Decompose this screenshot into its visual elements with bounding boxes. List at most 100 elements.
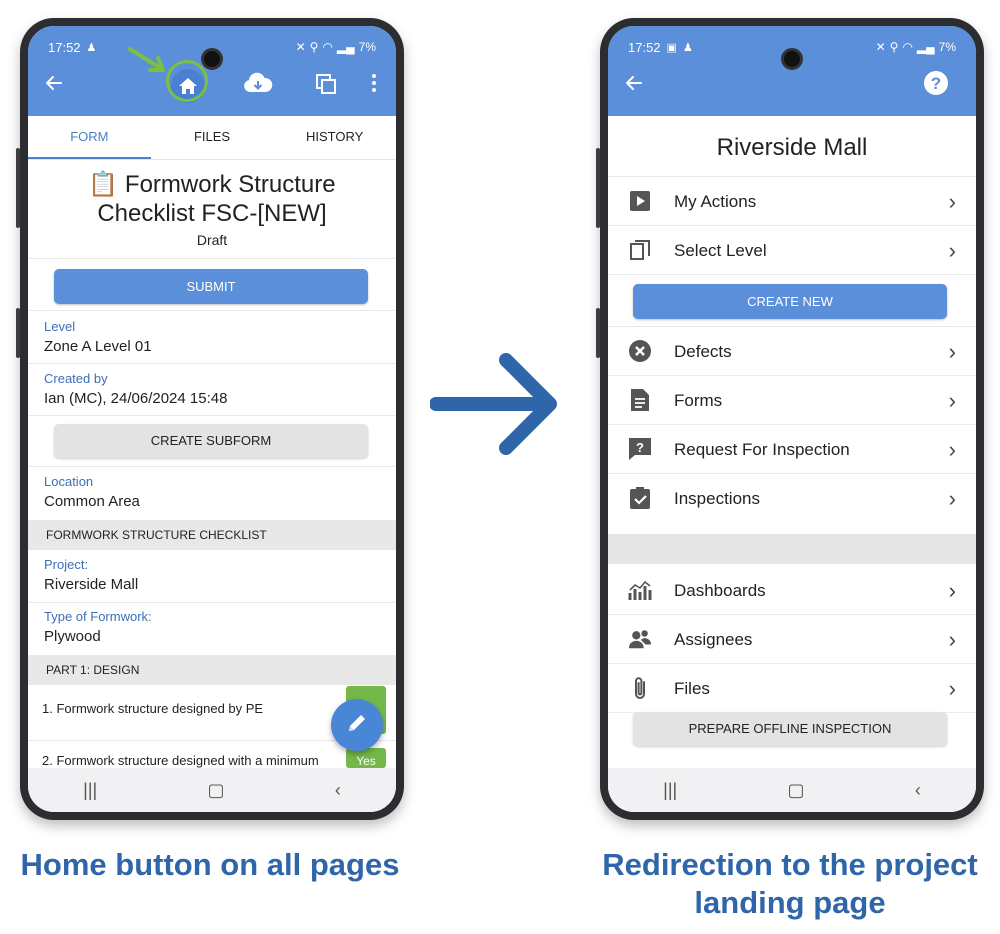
question-box-icon: ?: [628, 437, 652, 461]
right-phone-mockup: 17:52 ▣ ♟ ✕ ⚲ ◠ ▂▄ 7% ? Riverside Mall M…: [596, 18, 984, 820]
menu-item-inspections[interactable]: Inspections ›: [608, 474, 976, 523]
clipboard-check-icon: [628, 486, 652, 510]
home-nav-icon[interactable]: ▢: [788, 780, 805, 801]
chevron-right-icon: ›: [948, 437, 956, 462]
home-nav-icon[interactable]: ▢: [208, 780, 225, 801]
camera-cutout: [201, 48, 223, 70]
wifi-icon: ◠: [902, 40, 913, 54]
menu-item-request-for-inspection[interactable]: ? Request For Inspection ›: [608, 425, 976, 474]
menu-item-label: My Actions: [674, 192, 757, 211]
tab-form[interactable]: FORM: [28, 116, 151, 159]
status-time: 17:52: [628, 39, 661, 55]
left-phone-mockup: 17:52 ♟ ✕ ⚲ ◠ ▂▄ 7% FORM FILES HISTORY 📋…: [16, 18, 404, 820]
menu-item-label: Defects: [674, 342, 732, 361]
divider: [28, 310, 396, 311]
battery-level: 7%: [938, 40, 956, 54]
power-button: [16, 308, 20, 358]
submit-button[interactable]: SUBMIT: [54, 269, 368, 304]
volume-button: [16, 148, 20, 228]
recent-apps-icon[interactable]: |||: [83, 780, 97, 801]
field-label-project: Project:: [44, 557, 89, 572]
wifi-icon: ◠: [322, 40, 333, 54]
answer-chip-yes[interactable]: Yes: [346, 748, 386, 768]
level-icon: [628, 238, 652, 262]
form-title-line-1: 📋 Formwork Structure: [88, 171, 336, 198]
location-icon: ⚲: [889, 40, 899, 54]
menu-item-my-actions[interactable]: My Actions ›: [608, 177, 976, 226]
tab-files[interactable]: FILES: [151, 116, 274, 159]
chevron-right-icon: ›: [948, 486, 956, 511]
chevron-right-icon: ›: [948, 578, 956, 603]
chevron-right-icon: ›: [948, 189, 956, 214]
menu-item-forms[interactable]: Forms ›: [608, 376, 976, 425]
prepare-offline-inspection-button[interactable]: PREPARE OFFLINE INSPECTION: [633, 712, 947, 746]
edit-fab-button[interactable]: [331, 699, 383, 751]
field-label-level: Level: [44, 319, 76, 334]
back-nav-icon[interactable]: ‹: [335, 780, 341, 801]
divider: [28, 602, 396, 603]
left-caption: Home button on all pages: [20, 847, 400, 882]
field-value-level: Zone A Level 01: [44, 338, 152, 355]
svg-text:?: ?: [636, 440, 644, 455]
divider: [28, 466, 396, 467]
menu-item-label: Assignees: [674, 630, 753, 649]
menu-item-defects[interactable]: Defects ›: [608, 327, 976, 376]
back-arrow-icon[interactable]: [42, 72, 66, 100]
menu-item-label: Request For Inspection: [674, 440, 850, 459]
create-subform-button[interactable]: CREATE SUBFORM: [54, 424, 368, 458]
checklist-question: 1. Formwork structure designed by PE: [42, 701, 264, 716]
chevron-right-icon: ›: [948, 238, 956, 263]
signal-icon: ▂▄: [336, 40, 355, 54]
right-arrow-icon: [430, 353, 557, 455]
battery-level: 7%: [358, 40, 376, 54]
camera-cutout: [781, 48, 803, 70]
signal-icon: ▂▄: [916, 40, 935, 54]
field-value-created-by: Ian (MC), 24/06/2024 15:48: [44, 390, 228, 407]
left-screen: 17:52 ♟ ✕ ⚲ ◠ ▂▄ 7% FORM FILES HISTORY 📋…: [28, 26, 396, 812]
menu-item-assignees[interactable]: Assignees ›: [608, 615, 976, 664]
menu-item-label: Files: [674, 679, 710, 698]
checklist-question: 2. Formwork structure designed with a mi…: [42, 753, 319, 768]
back-nav-icon[interactable]: ‹: [915, 780, 921, 801]
svg-text:?: ?: [931, 74, 941, 93]
create-new-button[interactable]: CREATE NEW: [633, 284, 947, 319]
field-label-location: Location: [44, 474, 94, 489]
chevron-right-icon: ›: [948, 388, 956, 413]
play-icon: [628, 189, 652, 213]
document-icon: [628, 388, 652, 412]
tab-history[interactable]: HISTORY: [273, 116, 396, 159]
field-value-location: Common Area: [44, 493, 140, 510]
chevron-right-icon: ›: [948, 339, 956, 364]
mute-icon: ✕: [295, 40, 306, 54]
recent-apps-icon[interactable]: |||: [663, 780, 677, 801]
copy-icon[interactable]: [313, 72, 339, 100]
help-icon[interactable]: ?: [922, 70, 950, 98]
back-arrow-icon[interactable]: [622, 72, 646, 100]
close-circle-icon: [628, 339, 652, 363]
divider: [28, 415, 396, 416]
notification-icon: ♟: [682, 41, 693, 54]
project-title: Riverside Mall: [716, 134, 868, 161]
chevron-right-icon: ›: [948, 627, 956, 652]
mute-icon: ✕: [875, 40, 886, 54]
section-separator: [608, 534, 976, 564]
field-label-created-by: Created by: [44, 371, 108, 386]
cloud-download-icon[interactable]: [242, 72, 274, 100]
android-nav-bar: ||| ▢ ‹: [28, 768, 396, 812]
home-highlight-ring: [166, 60, 208, 102]
form-tabs: FORM FILES HISTORY: [28, 116, 396, 160]
paperclip-icon: [628, 676, 652, 700]
more-options-icon[interactable]: [364, 72, 384, 100]
status-time: 17:52: [48, 39, 81, 55]
chevron-right-icon: ›: [948, 676, 956, 701]
menu-item-label: Inspections: [674, 489, 760, 508]
menu-item-files[interactable]: Files ›: [608, 664, 976, 713]
menu-item-dashboards[interactable]: Dashboards ›: [608, 566, 976, 615]
location-icon: ⚲: [309, 40, 319, 54]
form-status: Draft: [196, 232, 228, 248]
divider: [28, 258, 396, 259]
section-header: FORMWORK STRUCTURE CHECKLIST: [28, 520, 396, 550]
menu-item-select-level[interactable]: Select Level ›: [608, 226, 976, 275]
menu-item-label: Select Level: [674, 241, 767, 260]
right-screen: 17:52 ▣ ♟ ✕ ⚲ ◠ ▂▄ 7% ? Riverside Mall M…: [608, 26, 976, 812]
